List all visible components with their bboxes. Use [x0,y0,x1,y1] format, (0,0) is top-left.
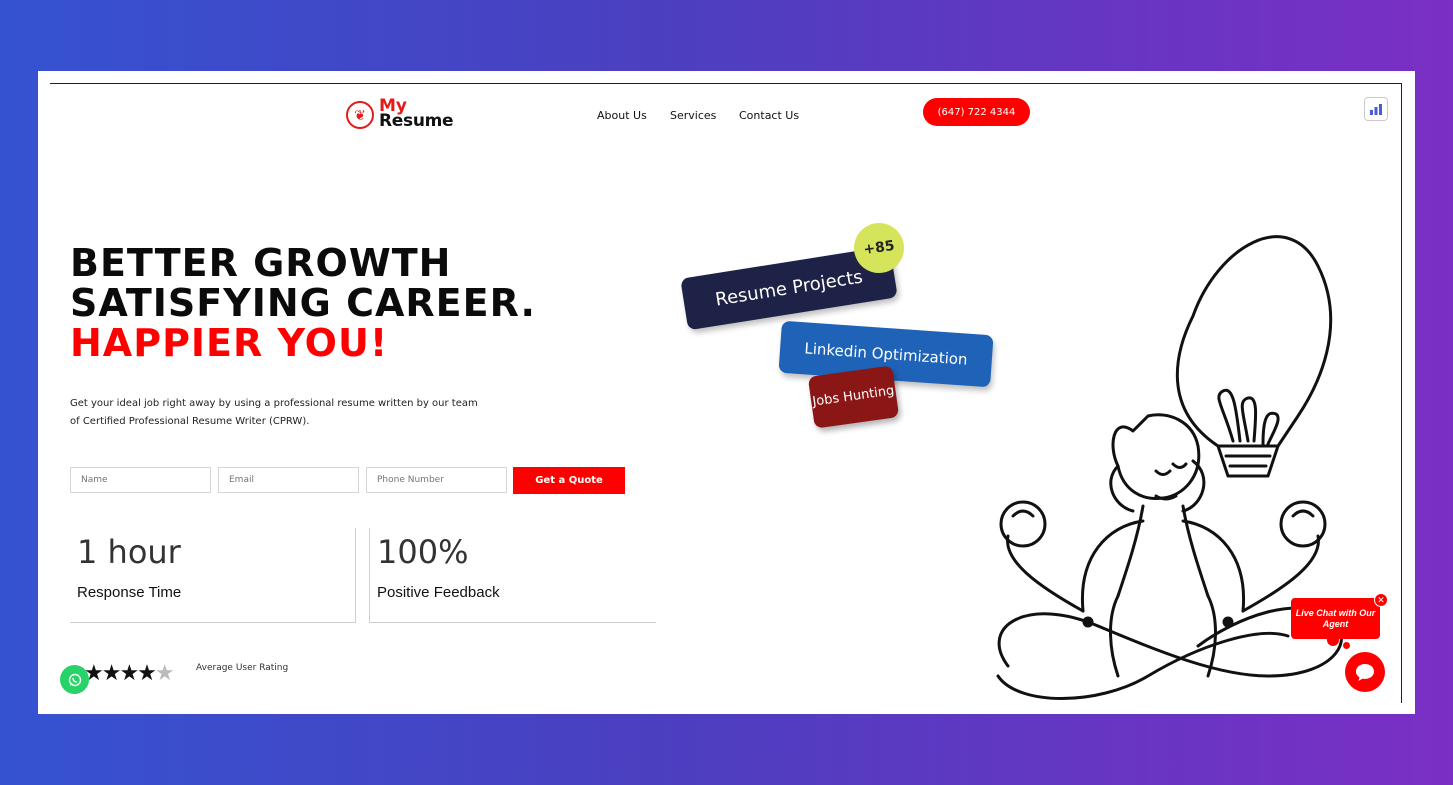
stat-value: 1 hour [77,533,181,571]
chat-bubble-tail [1327,634,1339,646]
logo-text-resume: Resume [379,111,454,131]
phone-number-input[interactable] [366,467,507,493]
stat-label: Positive Feedback [377,584,500,601]
stat-label: Response Time [77,584,182,601]
bar-chart-icon [1370,104,1382,115]
nav-link-about-us[interactable]: About Us [597,109,647,122]
chat-close-icon[interactable]: ✕ [1374,593,1388,607]
live-chat-prompt[interactable]: Live Chat with Our Agent [1291,598,1380,639]
hero-headline: BETTER GROWTH SATISFYING CAREER. HAPPIER… [70,243,536,363]
whatsapp-button[interactable] [60,665,89,694]
tag-jobs-hunting: Jobs Hunting [807,365,900,429]
stat-value: 100% [377,533,469,571]
live-chat-button[interactable] [1345,652,1385,692]
hero-description: Get your ideal job right away by using a… [70,398,478,427]
frame-border-right [1401,83,1402,703]
stat-response-time: 1 hour Response Time [70,528,356,623]
phone-call-button[interactable]: (647) 722 4344 [923,98,1030,126]
chat-bubble-icon [1356,664,1374,681]
nav-link-services[interactable]: Services [670,109,716,122]
maple-leaf-icon: ❦ [346,101,374,129]
browser-viewport: ❦ My Resume About Us Services Contact Us… [38,71,1415,714]
star-rating: ★★★★★ [84,660,175,686]
rating-label: Average User Rating [196,663,289,673]
headline-line-1: BETTER GROWTH [70,241,452,285]
chat-bubble-tail-small [1343,642,1350,649]
frame-border-top [50,83,1402,84]
email-input[interactable] [218,467,359,493]
half-star-icon: ★ [154,660,175,685]
analytics-widget-button[interactable] [1364,97,1388,121]
site-logo[interactable]: ❦ My Resume [346,96,466,133]
headline-line-2: SATISFYING CAREER. [70,281,536,325]
whatsapp-icon [68,673,81,686]
get-a-quote-button[interactable]: Get a Quote [513,467,625,494]
nav-link-contact-us[interactable]: Contact Us [739,109,799,122]
full-stars-icon: ★★★★ [84,660,157,685]
name-input[interactable] [70,467,211,493]
headline-line-3: HAPPIER YOU! [70,321,389,365]
stat-positive-feedback: 100% Positive Feedback [369,528,656,623]
